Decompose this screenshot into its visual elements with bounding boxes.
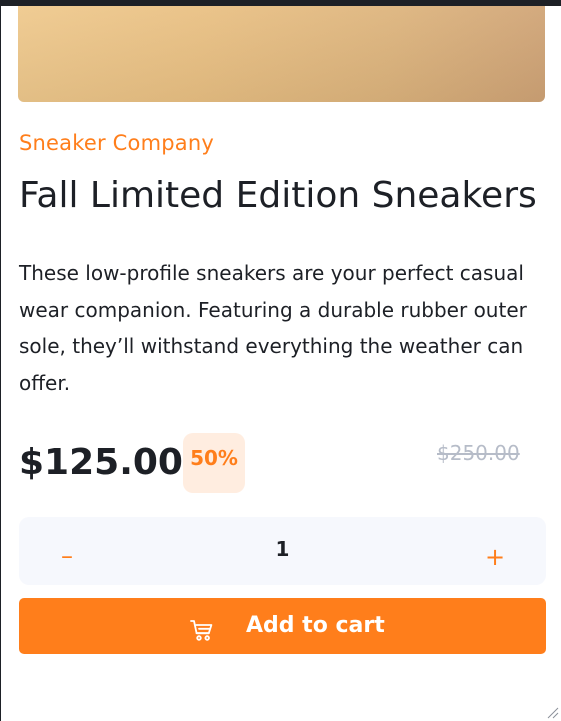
product-description: These low-profile sneakers are your perf… bbox=[19, 261, 527, 395]
resize-grip-icon[interactable] bbox=[545, 705, 559, 719]
discount-badge: 50% bbox=[183, 433, 245, 493]
add-to-cart-button[interactable]: Add to cart bbox=[19, 598, 546, 654]
quantity-stepper: – 1 + bbox=[19, 517, 546, 585]
window-left-edge bbox=[0, 6, 1, 721]
discount-label: 50% bbox=[190, 446, 238, 470]
increment-button[interactable]: + bbox=[485, 545, 505, 569]
product-image[interactable] bbox=[18, 6, 545, 102]
cart-icon bbox=[190, 620, 213, 641]
product-title: Fall Limited Edition Sneakers bbox=[19, 175, 537, 216]
original-price: $250.00 bbox=[437, 441, 520, 465]
add-to-cart-label: Add to cart bbox=[246, 613, 385, 638]
company-name: Sneaker Company bbox=[19, 131, 214, 155]
quantity-value: 1 bbox=[275, 537, 290, 561]
current-price: $125.00 bbox=[19, 442, 183, 483]
